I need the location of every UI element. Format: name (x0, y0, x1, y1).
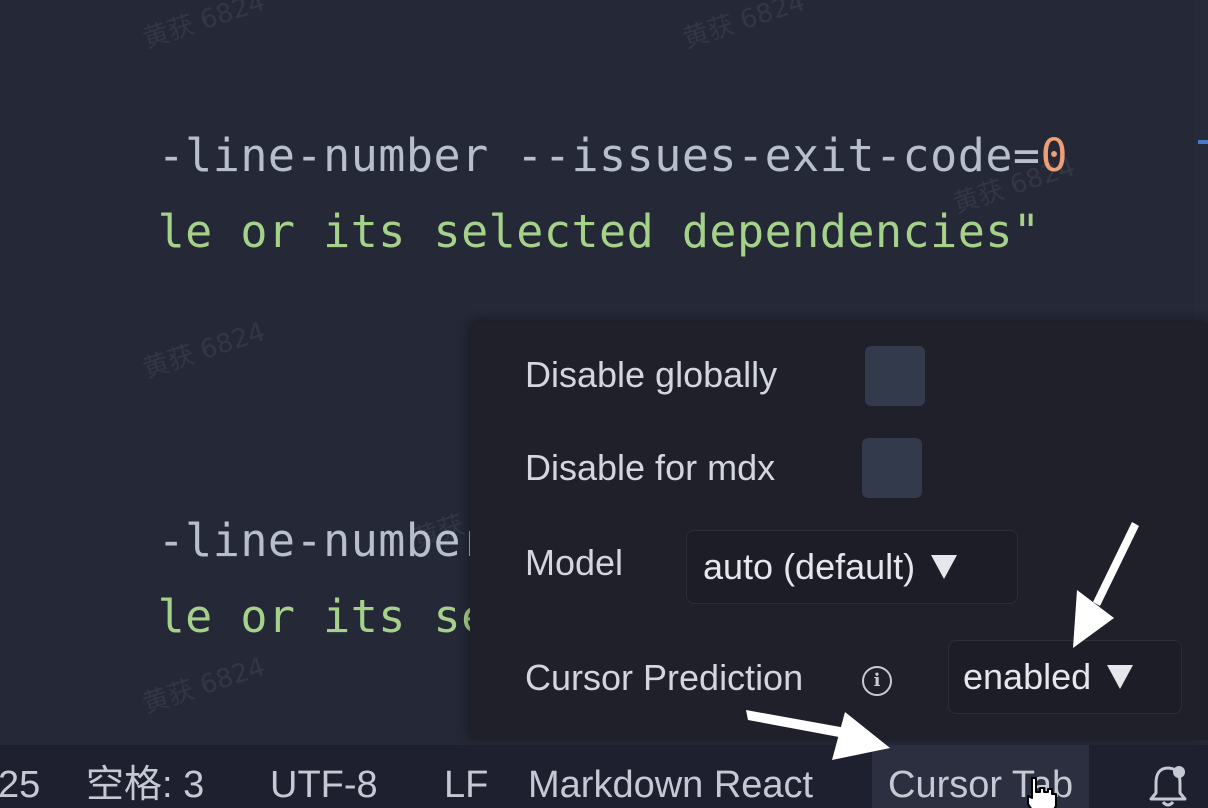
disable-globally-label: Disable globally (525, 354, 778, 395)
caret-down-icon (1107, 665, 1134, 689)
cursor-tab-settings-popup: Disable globally Disable for mdx Model a… (470, 322, 1208, 740)
cursor-prediction-select-value: enabled (963, 656, 1092, 697)
status-eol[interactable]: LF (444, 745, 488, 808)
hand-pointer-icon (1027, 777, 1057, 808)
status-line-col[interactable]: 25 (0, 745, 40, 808)
status-language-mode[interactable]: Markdown React (528, 745, 813, 808)
disable-for-mdx-label: Disable for mdx (525, 447, 776, 488)
cursor-prediction-label: Cursor Prediction (525, 657, 804, 698)
model-select[interactable]: auto (default) (686, 530, 1018, 604)
model-label: Model (525, 542, 624, 583)
app-window: -line-number --issues-exit-code=0 le or … (0, 0, 1208, 808)
bell-icon[interactable] (1148, 763, 1188, 808)
disable-globally-checkbox[interactable] (865, 346, 925, 406)
scrollbar-marker (1198, 140, 1208, 144)
caret-down-icon (931, 555, 958, 579)
model-select-value: auto (default) (703, 546, 916, 587)
code-token: le or its selected dependencies" (157, 205, 1041, 258)
code-line-2: le or its selected dependencies" (0, 142, 1041, 322)
status-encoding[interactable]: UTF-8 (270, 745, 378, 808)
info-icon[interactable]: i (862, 666, 892, 696)
code-token: 0 (1040, 129, 1069, 182)
disable-for-mdx-checkbox[interactable] (862, 438, 922, 498)
cursor-prediction-select[interactable]: enabled (948, 640, 1182, 714)
status-indentation[interactable]: 空格: 3 (86, 745, 204, 808)
